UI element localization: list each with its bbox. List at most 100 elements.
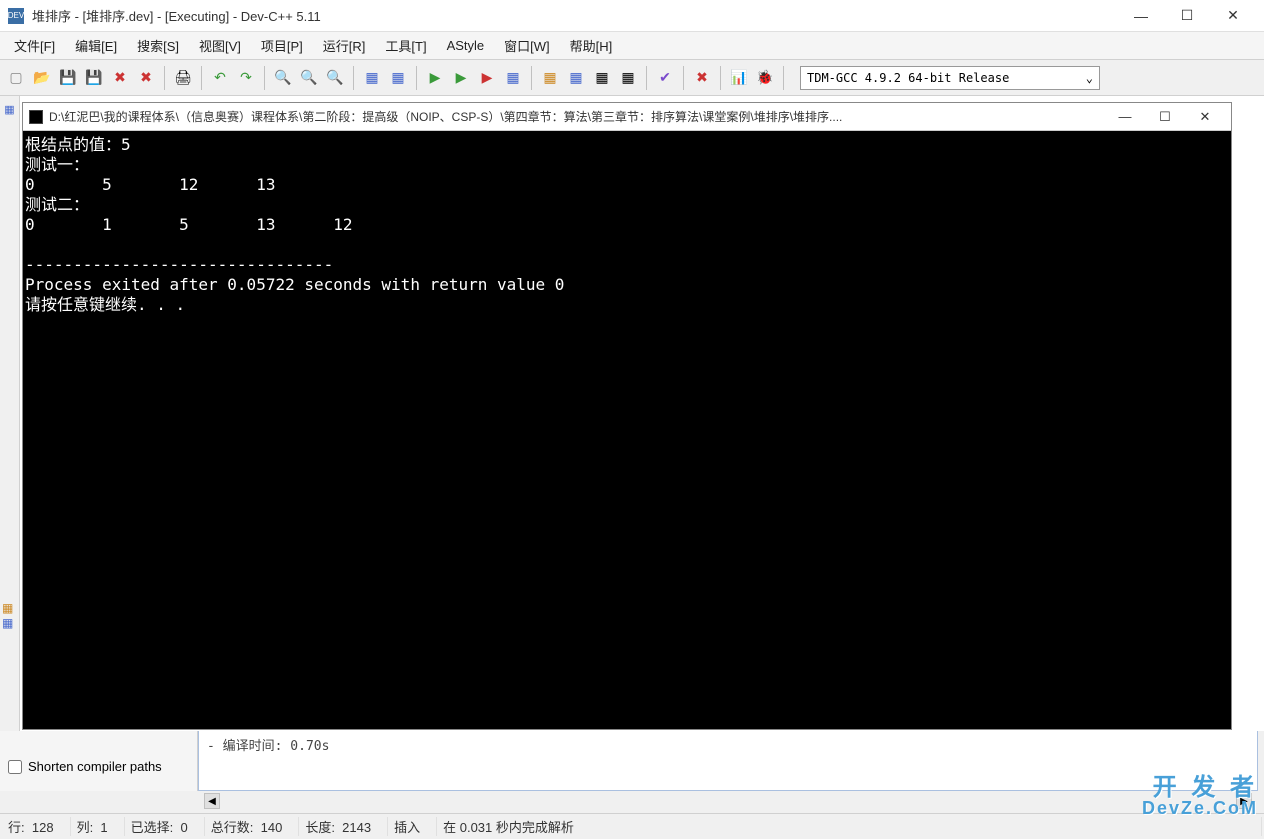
menu-search[interactable]: 搜索[S] [127,32,189,59]
side-icon-1[interactable]: ▦ [2,601,13,615]
side-icons: ▦ ▦ [2,600,13,631]
profile-icon[interactable]: ▦ [590,66,614,90]
console-max-button[interactable]: ☐ [1145,106,1185,128]
console-cell: 5 [102,175,112,194]
status-line-value: 128 [32,820,54,835]
toolbar-sep [416,66,417,90]
console-close-button[interactable]: ✕ [1185,106,1225,128]
delete-icon[interactable]: ✖ [690,66,714,90]
console-cell: 12 [179,175,198,194]
shorten-paths-input[interactable] [8,760,22,774]
console-icon [29,110,43,124]
find-in-files-icon[interactable]: 🔍 [323,66,347,90]
bug-icon[interactable]: 🐞 [753,66,777,90]
status-total-value: 140 [261,820,283,835]
debug-icon-2[interactable]: ▦ [564,66,588,90]
window-controls: — ☐ ✕ [1118,0,1256,32]
replace-icon[interactable]: 🔍 [297,66,321,90]
debug-icon[interactable]: ▦ [538,66,562,90]
undo-icon[interactable]: ↶ [208,66,232,90]
scroll-track[interactable] [220,793,1236,809]
console-cell: 0 [25,175,35,194]
status-line-label: 行: [8,820,25,835]
shorten-paths-label: Shorten compiler paths [28,759,162,774]
status-total-label: 总行数: [211,820,254,835]
toolbar: ▢ 📂 💾 💾 ✖ ✖ 🖨 ↶ ↷ 🔍 🔍 🔍 ▦ ▦ ▶ ▶ ▶ ▦ ▦ ▦ … [0,60,1264,96]
console-cell: 13 [256,215,275,234]
toolbar-sep [646,66,647,90]
status-col-label: 列: [77,820,94,835]
redo-icon[interactable]: ↷ [234,66,258,90]
console-line: 测试一： [25,155,89,174]
toolbar-sep [164,66,165,90]
scroll-right-icon[interactable]: ▶ [1236,793,1252,809]
console-cell: 12 [333,215,352,234]
toggle-bookmark-icon[interactable]: ▦ [386,66,410,90]
status-sel-label: 已选择: [131,820,174,835]
tab-icon[interactable]: ▦ [2,103,18,119]
menu-file[interactable]: 文件[F] [4,32,65,59]
rebuild-icon[interactable]: ▦ [501,66,525,90]
menu-view[interactable]: 视图[V] [189,32,251,59]
console-titlebar: D:\红泥巴\我的课程体系\（信息奥赛）课程体系\第二阶段：提高级（NOIP、C… [23,103,1231,131]
console-window: D:\红泥巴\我的课程体系\（信息奥赛）课程体系\第二阶段：提高级（NOIP、C… [22,102,1232,730]
menu-window[interactable]: 窗口[W] [494,32,560,59]
toolbar-sep [264,66,265,90]
left-gutter: ▦ [0,96,20,731]
menu-astyle[interactable]: AStyle [437,34,495,57]
console-output[interactable]: 根结点的值：5 测试一： 0 5 12 13 测试二： 0 1 5 13 12 … [23,131,1231,729]
toolbar-sep [201,66,202,90]
toolbar-sep [683,66,684,90]
status-col-value: 1 [100,820,107,835]
console-title: D:\红泥巴\我的课程体系\（信息奥赛）课程体系\第二阶段：提高级（NOIP、C… [49,108,1105,125]
status-line: 行: 128 [2,817,71,836]
minimize-button[interactable]: — [1118,0,1164,32]
menu-run[interactable]: 运行[R] [313,32,376,59]
compile-run-icon[interactable]: ▶ [475,66,499,90]
close-all-icon[interactable]: ✖ [134,66,158,90]
status-total: 总行数: 140 [205,817,300,836]
scroll-left-icon[interactable]: ◀ [204,793,220,809]
compile-icon[interactable]: ▶ [423,66,447,90]
bottom-left-panel: Shorten compiler paths [0,731,198,791]
window-title: 堆排序 - [堆排序.dev] - [Executing] - Dev-C++ … [32,6,1118,25]
console-min-button[interactable]: — [1105,106,1145,128]
close-file-icon[interactable]: ✖ [108,66,132,90]
check-icon[interactable]: ✔ [653,66,677,90]
print-icon[interactable]: 🖨 [171,66,195,90]
console-line: 请按任意键继续. . . [25,295,185,314]
menu-edit[interactable]: 编辑[E] [65,32,127,59]
toolbar-sep [531,66,532,90]
menu-tools[interactable]: 工具[T] [375,32,436,59]
status-sel-value: 0 [181,820,188,835]
save-icon[interactable]: 💾 [56,66,80,90]
status-parse: 在 0.031 秒内完成解析 [437,817,1262,836]
console-cell: 0 [25,215,35,234]
maximize-button[interactable]: ☐ [1164,0,1210,32]
toolbar-sep [720,66,721,90]
open-icon[interactable]: 📂 [30,66,54,90]
compile-output: - 编译时间: 0.70s [198,731,1258,791]
compiler-select[interactable]: TDM-GCC 4.9.2 64-bit Release ⌄ [800,66,1100,90]
compile-scrollbar[interactable]: ◀ ▶ [204,793,1252,809]
console-line: Process exited after 0.05722 seconds wit… [25,275,564,294]
run-icon[interactable]: ▶ [449,66,473,90]
save-all-icon[interactable]: 💾 [82,66,106,90]
status-len-value: 2143 [342,820,371,835]
console-line: 测试二： [25,195,89,214]
editor-area: ▦ ▦ ▦ D:\红泥巴\我的课程体系\（信息奥赛）课程体系\第二阶段：提高级（… [0,96,1264,731]
chart-icon[interactable]: 📊 [727,66,751,90]
grid-icon[interactable]: ▦ [616,66,640,90]
side-icon-2[interactable]: ▦ [2,616,13,630]
shorten-paths-checkbox[interactable]: Shorten compiler paths [8,759,189,774]
goto-icon[interactable]: ▦ [360,66,384,90]
close-button[interactable]: ✕ [1210,0,1256,32]
new-file-icon[interactable]: ▢ [4,66,28,90]
menu-help[interactable]: 帮助[H] [560,32,623,59]
console-cell: 1 [102,215,112,234]
menu-project[interactable]: 项目[P] [251,32,313,59]
status-selected: 已选择: 0 [125,817,205,836]
find-icon[interactable]: 🔍 [271,66,295,90]
console-line: 根结点的值：5 [25,135,131,154]
console-cell: 13 [256,175,275,194]
